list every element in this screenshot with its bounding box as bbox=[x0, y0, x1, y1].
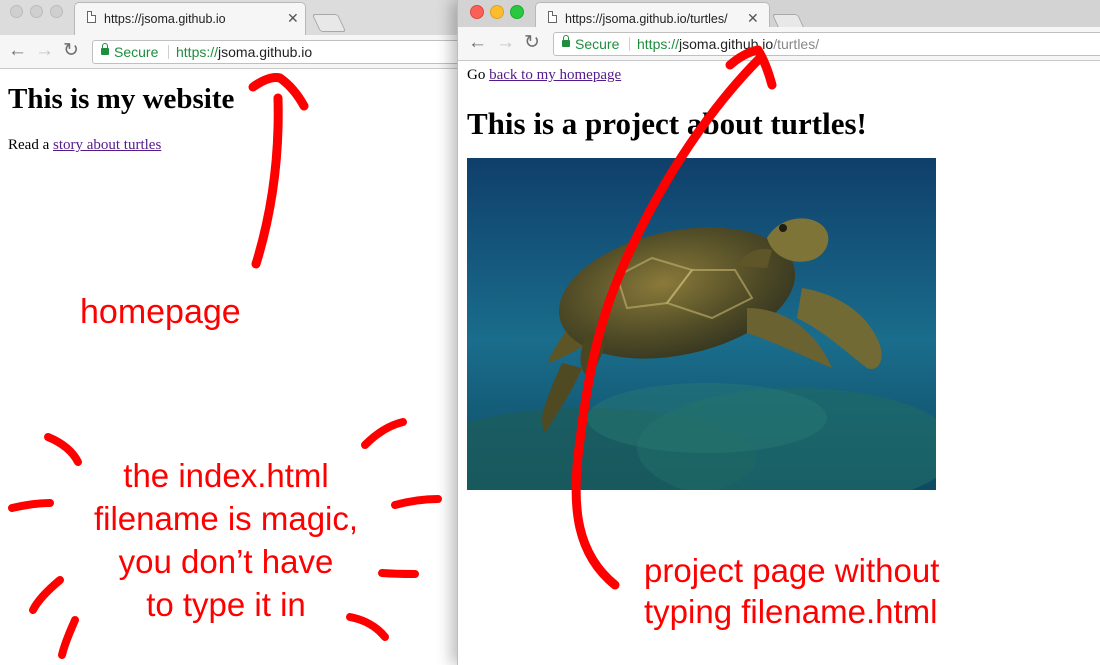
sparkle-mark-8 bbox=[58, 616, 79, 659]
index-note-line: filename is magic, bbox=[93, 500, 359, 537]
sparkle-mark-3 bbox=[8, 499, 54, 512]
sparkle-mark-2 bbox=[361, 418, 407, 449]
homepage-arrow-line bbox=[251, 93, 283, 269]
index-note-line: the index.html bbox=[123, 457, 329, 494]
homepage-annotation: homepage bbox=[80, 293, 241, 331]
index-note-line: you don’t have bbox=[118, 543, 334, 580]
index-note-line: to type it in bbox=[146, 586, 306, 623]
sparkle-mark-7 bbox=[346, 613, 389, 641]
project-arrow-line bbox=[571, 53, 765, 590]
sparkle-mark-6 bbox=[29, 576, 64, 614]
project-note-line: project page without bbox=[644, 552, 940, 589]
sparkle-mark-4 bbox=[391, 495, 442, 509]
project-note-line: typing filename.html bbox=[644, 593, 938, 630]
sparkle-mark-5 bbox=[378, 569, 419, 578]
sparkle-mark-1 bbox=[44, 433, 82, 466]
